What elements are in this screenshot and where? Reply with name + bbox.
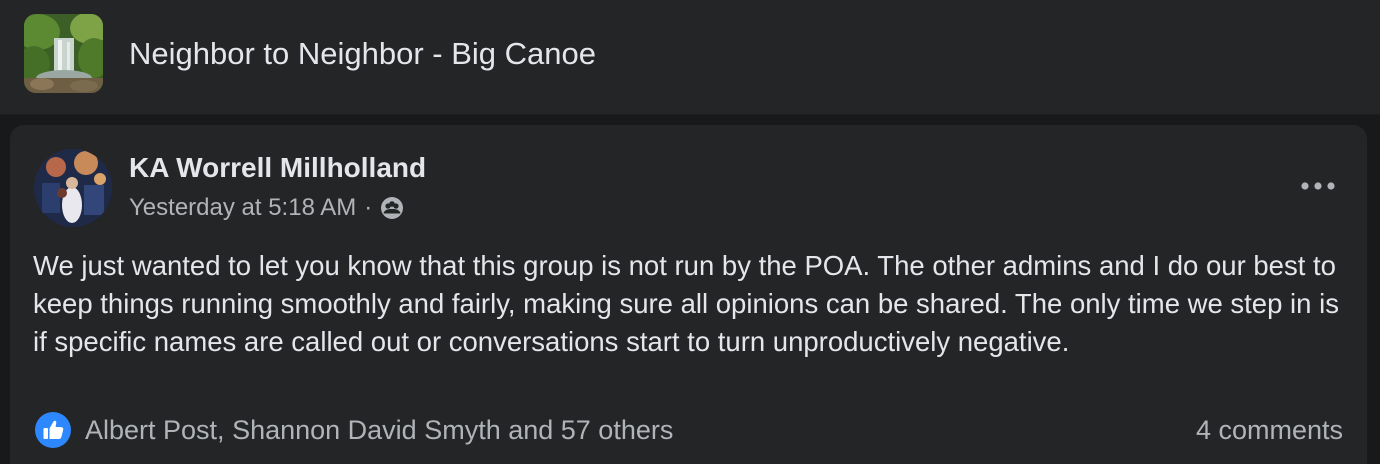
more-horizontal-icon [1301, 182, 1335, 190]
avatar-photo [34, 149, 112, 227]
post-timestamp[interactable]: Yesterday at 5:18 AM [129, 193, 356, 223]
post-meta: Yesterday at 5:18 AM · [129, 193, 404, 223]
group-cover-thumbnail[interactable] [24, 14, 103, 93]
comments-count-link[interactable]: 4 comments [1196, 412, 1343, 448]
author-avatar[interactable] [34, 149, 112, 227]
reactions-text[interactable]: Albert Post, Shannon David Smyth and 57 … [85, 412, 673, 448]
group-title[interactable]: Neighbor to Neighbor - Big Canoe [129, 34, 596, 74]
author-name[interactable]: KA Worrell Millholland [129, 151, 426, 185]
meta-separator: · [364, 194, 373, 221]
waterfall-image [24, 14, 103, 93]
group-header: Neighbor to Neighbor - Big Canoe [0, 0, 1380, 115]
post-body: We just wanted to let you know that this… [33, 250, 1339, 357]
page: Neighbor to Neighbor - Big Canoe KA Worr… [0, 0, 1380, 464]
reactions-summary[interactable]: Albert Post, Shannon David Smyth and 57 … [35, 412, 673, 448]
group-members-icon[interactable] [380, 196, 404, 220]
post-options-button[interactable] [1293, 169, 1343, 203]
post-card: KA Worrell Millholland Yesterday at 5:18… [10, 125, 1367, 464]
like-reaction-icon [35, 412, 71, 448]
